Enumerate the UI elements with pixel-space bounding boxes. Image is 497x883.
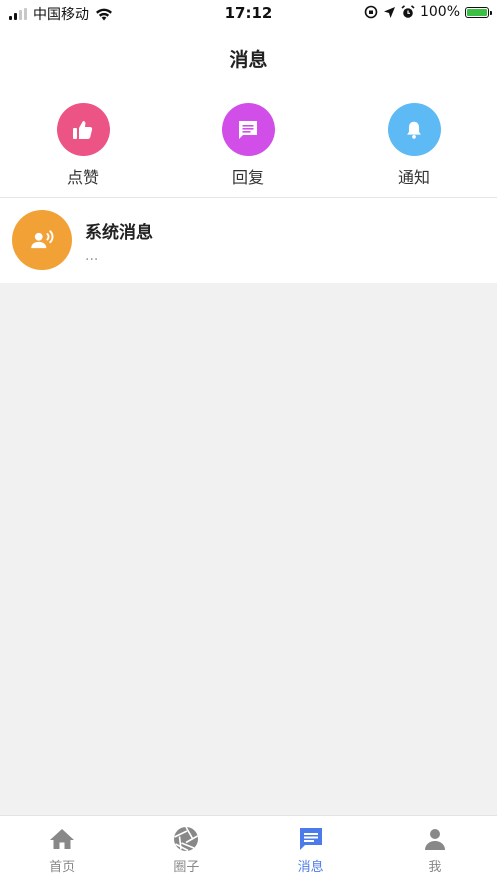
tab-label: 我	[428, 860, 442, 875]
status-right: 100%	[364, 4, 492, 20]
shortcut-label: 点赞	[66, 168, 99, 187]
tab-home[interactable]: 首页	[0, 816, 124, 883]
tab-bar: 首页 圈子 消息 我	[0, 815, 497, 883]
announcement-icon	[31, 230, 54, 249]
orientation-lock-icon	[364, 5, 378, 19]
location-icon	[383, 6, 395, 18]
message-title: 系统消息	[85, 223, 153, 243]
tab-messages[interactable]: 消息	[249, 816, 373, 883]
shortcut-notifications[interactable]: 通知	[354, 103, 474, 188]
tab-label: 圈子	[173, 860, 200, 875]
likes-circle	[56, 103, 110, 156]
user-icon	[424, 829, 445, 850]
message-icon	[299, 828, 322, 850]
tab-label: 首页	[49, 860, 76, 875]
aperture-icon	[174, 826, 199, 852]
system-message-avatar	[12, 210, 72, 270]
tab-label: 消息	[297, 860, 324, 875]
page-title: 消息	[229, 48, 268, 71]
battery-percent: 100%	[419, 4, 460, 20]
notifications-circle	[387, 103, 441, 156]
home-icon	[50, 829, 75, 849]
tab-circle[interactable]: 圈子	[124, 816, 248, 883]
message-preview: ...	[85, 248, 99, 264]
replies-circle	[221, 103, 275, 156]
alarm-icon	[401, 5, 415, 18]
thumbs-up-icon	[73, 120, 93, 139]
shortcut-label: 回复	[231, 168, 264, 187]
comment-icon	[239, 120, 257, 139]
status-bar: 中国移动 17:12 100%	[0, 0, 497, 26]
bell-icon	[407, 121, 421, 139]
list-item-system-message[interactable]: 系统消息 ...	[0, 198, 497, 283]
shortcut-replies[interactable]: 回复	[188, 103, 308, 188]
battery-icon	[465, 6, 492, 18]
shortcut-row: 点赞 回复 通知	[0, 90, 497, 198]
tab-me[interactable]: 我	[373, 816, 497, 883]
shortcut-likes[interactable]: 点赞	[23, 103, 143, 188]
shortcut-label: 通知	[397, 168, 430, 187]
nav-bar: 消息	[0, 26, 497, 90]
